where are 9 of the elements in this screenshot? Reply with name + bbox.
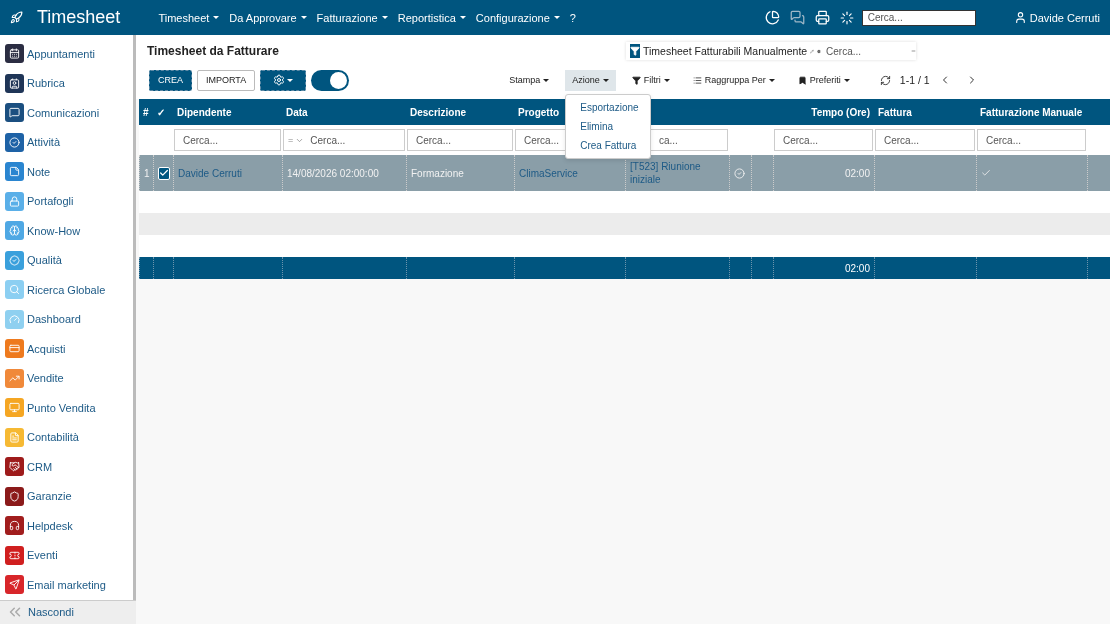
page-title: Timesheet da Fatturare (146, 44, 280, 58)
app-title: Timesheet (37, 7, 121, 28)
date-text: 14/08/2026 02:00:00 (287, 166, 379, 180)
hours-text: 02:00 (844, 166, 870, 180)
pager: 1-1 / 1 (899, 74, 930, 86)
description-text: Formazione (411, 166, 464, 180)
filter-tag: Timesheet Fatturabili Manualmente (643, 45, 808, 57)
row-number: 1 (144, 166, 150, 180)
footer-total: 02:00 (844, 262, 870, 274)
